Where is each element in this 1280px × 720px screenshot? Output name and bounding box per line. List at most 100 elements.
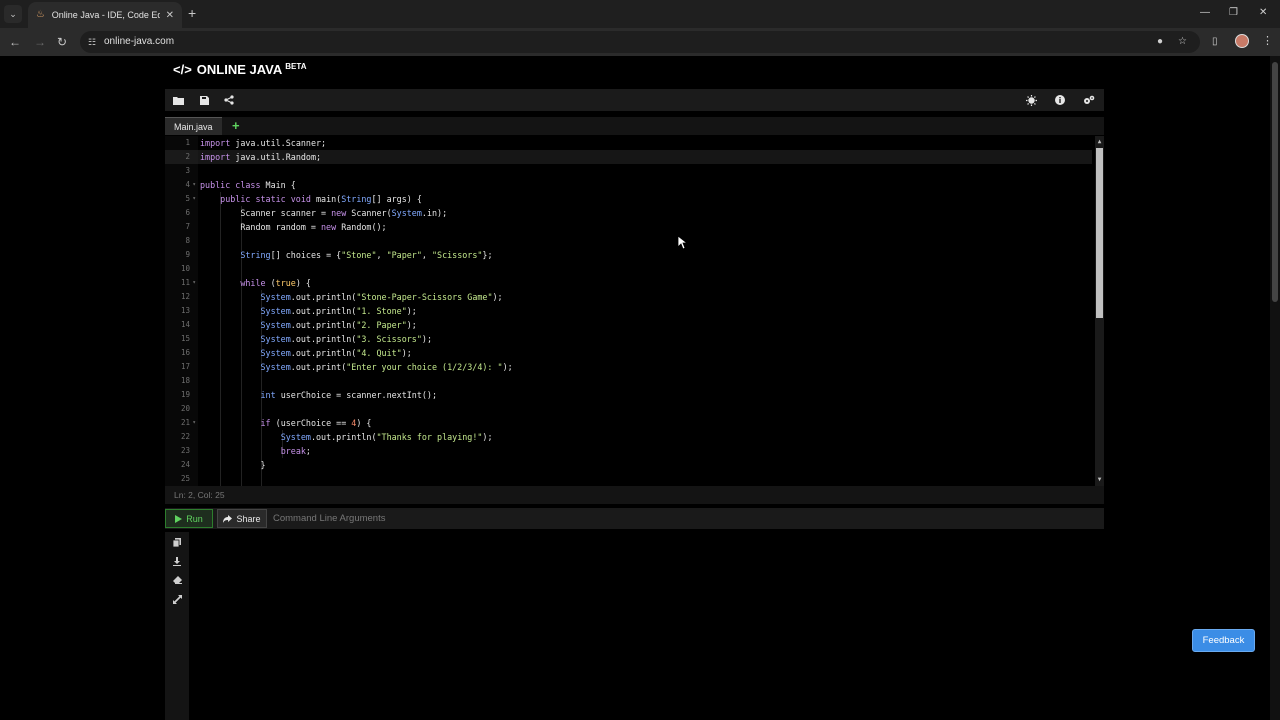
close-tab-icon[interactable]: ✕	[166, 10, 174, 21]
beta-badge: BETA	[285, 62, 307, 71]
console-output-area[interactable]	[191, 532, 1103, 720]
code-line: break;	[280, 446, 311, 456]
scroll-down-icon[interactable]: ▼	[1096, 476, 1103, 484]
fold-arrow-icon[interactable]: ▾	[192, 416, 196, 430]
line-number-text: 16	[180, 348, 190, 357]
code-line: if (userChoice == 4) {	[260, 418, 372, 428]
editor-toolbar	[165, 89, 1104, 111]
editor-scrollbar-thumb[interactable]	[1096, 148, 1103, 318]
line-number-text: 18	[180, 376, 190, 385]
line-number: 22	[165, 430, 198, 444]
page-scrollbar[interactable]	[1270, 56, 1280, 720]
code-line: System.out.println("4. Quit");	[260, 348, 412, 358]
line-number-text: 17	[180, 362, 190, 371]
line-number-text: 2	[185, 152, 190, 161]
line-number: 14	[165, 318, 198, 332]
line-number-text: 22	[180, 432, 190, 441]
line-number-text: 19	[180, 390, 190, 399]
share-icon[interactable]	[221, 92, 237, 108]
share-label: Share	[236, 513, 261, 524]
scroll-up-icon[interactable]: ▲	[1096, 138, 1103, 146]
share-arrow-icon	[223, 514, 233, 523]
bookmark-star-icon[interactable]: ☆	[1178, 36, 1187, 47]
line-number-text: 5	[185, 194, 190, 203]
editor-scrollbar[interactable]: ▲ ▼	[1095, 136, 1104, 486]
settings-gears-icon[interactable]	[1081, 92, 1097, 108]
java-favicon-icon: ♨	[36, 9, 45, 20]
line-number: 4 ▾	[165, 178, 198, 192]
fold-arrow-icon[interactable]: ▾	[192, 178, 196, 192]
line-number: 17	[165, 360, 198, 374]
code-editor[interactable]: 1 2 3 4 ▾ 5 ▾ 6 7 8 9 10 11 ▾ 12 13 14 15 16 17 18 19 20 21 ▾ 22 2…	[165, 136, 1104, 486]
line-number-text: 12	[180, 292, 190, 301]
fold-arrow-icon[interactable]: ▾	[192, 276, 196, 290]
line-number: 19	[165, 388, 198, 402]
line-gutter: 1 2 3 4 ▾ 5 ▾ 6 7 8 9 10 11 ▾ 12 13 14 15 16 17 18 19 20 21 ▾ 22 2…	[165, 136, 198, 486]
line-number-text: 3	[185, 166, 190, 175]
code-line: while (true) {	[240, 278, 311, 288]
line-number-text: 10	[180, 264, 190, 273]
site-logo[interactable]: </> ONLINE JAVA BETA	[173, 62, 306, 77]
code-line: public static void main(String[] args) {	[220, 194, 422, 204]
profile-avatar[interactable]	[1235, 34, 1249, 48]
line-number-text: 7	[185, 222, 190, 231]
copy-icon[interactable]	[170, 535, 184, 549]
line-number-text: 21	[180, 418, 190, 427]
site-info-icon[interactable]: ☷	[88, 36, 100, 48]
code-line: Scanner scanner = new Scanner(System.in)…	[200, 208, 448, 218]
app-window: ⌄ ♨ Online Java - IDE, Code Editor ✕ + —…	[0, 0, 1280, 720]
reload-icon[interactable]: ↻	[57, 34, 67, 50]
command-line-arguments-input[interactable]	[269, 509, 1103, 528]
forward-icon[interactable]: →	[34, 34, 46, 50]
page-scrollbar-thumb[interactable]	[1272, 62, 1278, 302]
open-folder-icon[interactable]	[170, 92, 186, 108]
line-number: 5 ▾	[165, 192, 198, 206]
code-brackets-icon: </>	[173, 62, 192, 77]
line-number: 12	[165, 290, 198, 304]
minimize-icon[interactable]: —	[1200, 7, 1210, 18]
line-number-text: 9	[185, 250, 190, 259]
line-number-text: 25	[180, 474, 190, 483]
line-number: 18	[165, 374, 198, 388]
play-icon	[175, 514, 183, 523]
feedback-button[interactable]: Feedback	[1192, 629, 1255, 652]
run-button[interactable]: Run	[165, 509, 213, 528]
google-lens-icon[interactable]: ●	[1157, 36, 1163, 47]
fold-arrow-icon[interactable]: ▾	[192, 192, 196, 206]
eraser-icon[interactable]	[170, 573, 184, 587]
save-icon[interactable]	[196, 92, 212, 108]
browser-tab[interactable]: ♨ Online Java - IDE, Code Editor ✕	[28, 2, 182, 28]
info-icon[interactable]	[1052, 92, 1068, 108]
new-tab-icon[interactable]: +	[188, 5, 196, 21]
code-line: System.out.print("Enter your choice (1/2…	[260, 362, 513, 372]
line-number: 11 ▾	[165, 276, 198, 290]
line-number-text: 1	[185, 138, 190, 147]
line-number: 23	[165, 444, 198, 458]
download-icon[interactable]	[170, 554, 184, 568]
expand-icon[interactable]	[170, 592, 184, 606]
address-bar[interactable]: ☷ online-java.com ● ☆	[80, 31, 1200, 53]
back-icon[interactable]: ←	[9, 34, 21, 50]
restore-icon[interactable]: ❐	[1229, 7, 1238, 18]
code-line: System.out.println("3. Scissors");	[260, 334, 432, 344]
code-line: import java.util.Random;	[200, 152, 322, 162]
line-number: 7	[165, 220, 198, 234]
code-line: System.out.println("1. Stone");	[260, 306, 417, 316]
theme-toggle-icon[interactable]	[1023, 92, 1039, 108]
line-number: 21 ▾	[165, 416, 198, 430]
run-bar: Run Share	[165, 508, 1104, 529]
tab-main-java[interactable]: Main.java	[165, 117, 222, 135]
side-panel-icon[interactable]: ▯	[1212, 36, 1218, 47]
url-text: online-java.com	[104, 36, 175, 47]
line-number-text: 6	[185, 208, 190, 217]
tab-search-icon[interactable]: ⌄	[4, 5, 22, 23]
line-number: 3	[165, 164, 198, 178]
code-line: public class Main {	[200, 180, 296, 190]
add-file-icon[interactable]: +	[232, 118, 240, 134]
run-label: Run	[186, 513, 203, 524]
logo-text: ONLINE JAVA	[196, 62, 283, 77]
browser-menu-icon[interactable]: ⋮	[1262, 34, 1273, 47]
share-button[interactable]: Share	[217, 509, 267, 528]
line-number: 24	[165, 458, 198, 472]
close-window-icon[interactable]: ✕	[1259, 7, 1267, 18]
